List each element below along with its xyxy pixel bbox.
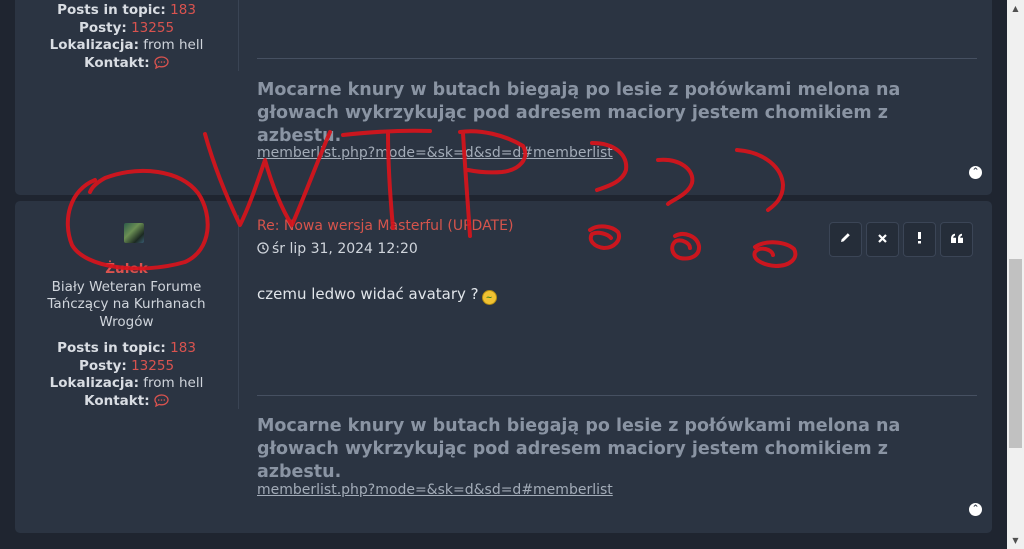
posts-in-topic-row: Posts in topic: 183 (15, 340, 238, 358)
report-button[interactable] (903, 222, 936, 257)
profile-divider (238, 0, 239, 71)
posts-in-topic-value[interactable]: 183 (170, 2, 196, 18)
signature-text: Mocarne knury w butach biegają po lesie … (257, 416, 901, 482)
contact-row: Kontakt: (15, 393, 238, 413)
post-2-profile: Żułek Biały Weteran Forume Tańczący na K… (15, 261, 238, 331)
posts-count-label: Posty: (78, 19, 127, 36)
posts-in-topic-value[interactable]: 183 (170, 340, 196, 356)
posts-in-topic-row: Posts in topic: 183 (15, 2, 238, 20)
posts-count-value[interactable]: 13255 (131, 20, 174, 36)
profile-divider (238, 215, 239, 409)
location-value: from hell (143, 375, 204, 391)
post-1-profile: Posts in topic: 183 Posty: 13255 Lokaliz… (15, 2, 238, 74)
posts-count-row: Posty: 13255 (15, 358, 238, 376)
back-to-top-button[interactable]: ⌃ (969, 166, 982, 179)
post-2: Żułek Biały Weteran Forume Tańczący na K… (15, 201, 992, 533)
posts-count-row: Posty: 13255 (15, 20, 238, 38)
location-label: Lokalizacja: (49, 375, 139, 391)
delete-button[interactable] (866, 222, 899, 257)
signature-link[interactable]: memberlist.php?mode=&sk=d&sd=d#memberlis… (257, 145, 613, 161)
back-to-top-button[interactable]: ⌃ (969, 503, 982, 516)
post-title[interactable]: Re: Nowa wersja Masterful (UPDATE) (257, 218, 513, 234)
contact-label: Kontakt: (84, 54, 150, 71)
location-row: Lokalizacja: from hell (15, 375, 238, 393)
edit-button[interactable] (829, 222, 862, 257)
post-1: Posts in topic: 183 Posty: 13255 Lokaliz… (15, 0, 992, 195)
signature-divider (257, 395, 977, 396)
laughing-emoji-icon: ~ (481, 290, 497, 305)
location-label: Lokalizacja: (49, 37, 139, 53)
edit-icon (839, 231, 852, 248)
chevron-up-icon: ⌃ (971, 504, 980, 514)
quote-icon (950, 232, 964, 248)
quote-button[interactable] (940, 222, 973, 257)
location-value: from hell (143, 37, 204, 53)
clock-icon (257, 242, 269, 258)
avatar[interactable] (124, 223, 144, 243)
delete-icon (877, 232, 888, 248)
contact-label: Kontakt: (84, 392, 150, 409)
contact-row: Kontakt: (15, 55, 238, 75)
scroll-down-arrow-icon[interactable]: ▼ (1007, 532, 1024, 549)
report-icon (917, 231, 922, 248)
post-actions (829, 222, 973, 257)
posts-count-value[interactable]: 13255 (131, 358, 174, 374)
chevron-up-icon: ⌃ (971, 167, 980, 177)
scroll-up-arrow-icon[interactable]: ▲ (1007, 0, 1024, 17)
post-2-stats: Posts in topic: 183 Posty: 13255 Lokaliz… (15, 340, 238, 412)
signature-link[interactable]: memberlist.php?mode=&sk=d&sd=d#memberlis… (257, 482, 613, 498)
post-date-text: śr lip 31, 2024 12:20 (272, 241, 418, 257)
location-row: Lokalizacja: from hell (15, 37, 238, 55)
speech-bubble-icon[interactable] (154, 393, 169, 413)
posts-count-label: Posty: (78, 357, 127, 374)
posts-in-topic-label: Posts in topic: (57, 2, 166, 18)
posts-in-topic-label: Posts in topic: (57, 340, 166, 356)
post-content: czemu ledwo widać avatary ? ~ (257, 285, 497, 305)
page-scrollbar[interactable]: ▲ ▼ (1007, 0, 1024, 549)
user-rank: Biały Weteran Forume Tańczący na Kurhana… (47, 278, 206, 330)
scrollbar-thumb[interactable] (1009, 259, 1022, 448)
post-date: śr lip 31, 2024 12:20 (257, 241, 418, 258)
post-content-text: czemu ledwo widać avatary ? (257, 285, 479, 303)
speech-bubble-icon[interactable] (154, 55, 169, 75)
signature-divider (257, 58, 977, 59)
username[interactable]: Żułek (15, 261, 238, 279)
signature-text: Mocarne knury w butach biegają po lesie … (257, 80, 901, 146)
